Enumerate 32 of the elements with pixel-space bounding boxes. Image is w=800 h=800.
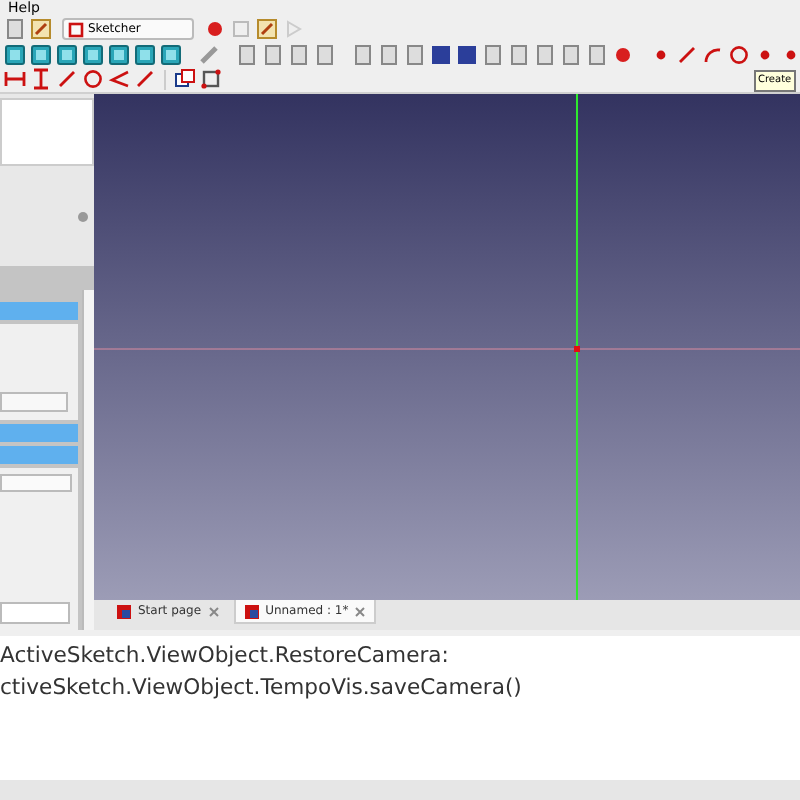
- vertical-constraint-icon[interactable]: [30, 68, 52, 90]
- python-console[interactable]: ActiveSketch.ViewObject.RestoreCamera: ctiveSketch.ViewObject.TempoVis.saveCamera(): [0, 636, 800, 780]
- record-icon[interactable]: [204, 18, 226, 40]
- scrollbar[interactable]: [82, 290, 94, 630]
- edit-icon[interactable]: [30, 18, 52, 40]
- square-icon[interactable]: [174, 68, 196, 90]
- angle-icon[interactable]: [108, 68, 130, 90]
- line-icon[interactable]: [676, 43, 698, 65]
- line-icon[interactable]: [56, 68, 78, 90]
- input-field[interactable]: [0, 602, 70, 624]
- horizontal-constraint-icon[interactable]: [4, 68, 26, 90]
- cube-icon[interactable]: [108, 43, 130, 65]
- origin-point: [574, 346, 580, 352]
- cube-icon[interactable]: [56, 43, 78, 65]
- console-line: ActiveSketch.ViewObject.RestoreCamera:: [0, 640, 451, 672]
- cube-icon[interactable]: [4, 43, 26, 65]
- cube-icon[interactable]: [82, 43, 104, 65]
- arc-icon[interactable]: [702, 43, 724, 65]
- close-icon[interactable]: [354, 605, 367, 617]
- cube-icon[interactable]: [160, 43, 182, 65]
- edit-icon[interactable]: [256, 18, 278, 40]
- tree-view: [0, 98, 94, 166]
- record-icon[interactable]: [612, 43, 634, 65]
- rectangle-icon[interactable]: [200, 68, 222, 90]
- 3d-view[interactable]: [94, 94, 800, 600]
- cube-icon[interactable]: [134, 43, 156, 65]
- cube-icon[interactable]: [30, 43, 52, 65]
- console-line: ctiveSketch.ViewObject.TempoVis.saveCamera(): [0, 672, 524, 704]
- close-icon[interactable]: [207, 605, 220, 617]
- circle-icon[interactable]: [82, 68, 104, 90]
- line-icon[interactable]: [134, 68, 156, 90]
- circle-icon[interactable]: [728, 43, 750, 65]
